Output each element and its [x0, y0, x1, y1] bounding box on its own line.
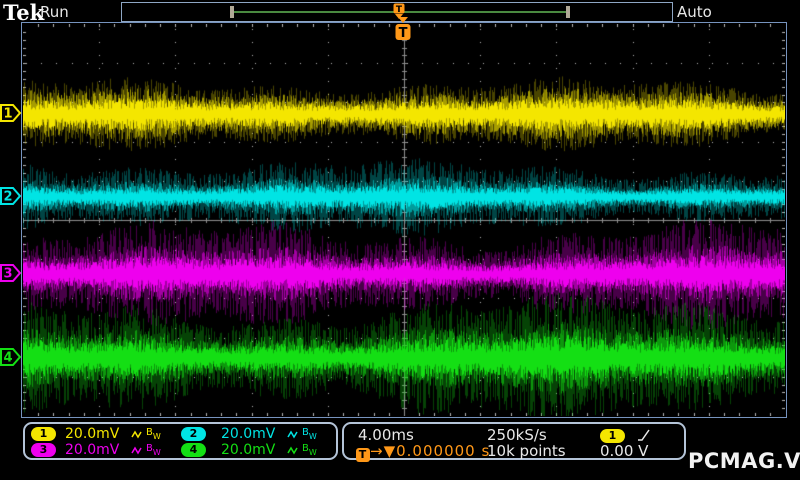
channel-3-oval: 3 [31, 443, 56, 457]
ac-coupling-icon [131, 446, 142, 454]
channel-3-badge: 3 [31, 443, 56, 458]
trigger-level-readout: 0.00 V [600, 442, 649, 460]
trigger-position-readout: T →▼0.000000 s [356, 443, 490, 462]
ac-coupling-icon [131, 430, 142, 438]
channel-3-marker-label: 3 [3, 267, 12, 282]
trigger-arrow-icon: → [370, 442, 384, 460]
bandwidth-limit-icon: B [146, 427, 153, 438]
channel-2-position-marker[interactable]: 2 [0, 185, 22, 207]
trigger-position-value: 0.000000 s [396, 442, 491, 460]
channel-3-position-marker[interactable]: 3 [0, 262, 22, 284]
sample-rate-readout: 250kS/s [487, 426, 547, 444]
graticule [21, 22, 787, 418]
trigger-caret-icon: ▼ [383, 442, 397, 460]
trigger-flag-label: T [399, 26, 408, 41]
record-view-bracket-left[interactable] [230, 6, 234, 18]
channel-2-badge: 2 [181, 427, 206, 442]
bandwidth-limit-icon: B [146, 443, 153, 454]
channel-2-marker-label: 2 [3, 189, 12, 204]
timebase-readout: 4.00ms [358, 426, 414, 444]
channel-1-oval: 1 [31, 427, 56, 441]
channel-1-badge: 1 [31, 427, 56, 442]
trigger-t-badge: T [356, 448, 370, 462]
channel-4-icons: BW [287, 443, 317, 459]
trigger-source-slope: 1 [600, 427, 652, 443]
channel-4-position-marker[interactable]: 4 [0, 346, 22, 368]
rising-edge-icon [637, 429, 650, 441]
bandwidth-limit-icon: B [302, 427, 309, 438]
oscilloscope-screen: Tek Run T Auto T 1 2 3 4 1 20.0mV BW 2 2… [0, 0, 800, 480]
trigger-marker-label: T [396, 5, 403, 15]
channel-1-icons: BW [131, 427, 161, 443]
channel-1-position-marker[interactable]: 1 [0, 102, 22, 124]
watermark: PCMAG.VN [688, 449, 800, 473]
horizontal-trigger-readout-box: 4.00ms 250kS/s 1 T →▼0.000000 s 10k point… [342, 422, 686, 462]
waveform-canvas [23, 24, 785, 416]
channel-readout-box: 1 20.0mV BW 2 20.0mV BW 3 20.0mV BW 4 20… [23, 422, 338, 460]
trigger-mode-label: Auto [677, 3, 712, 21]
trigger-position-flag[interactable]: T [394, 16, 412, 43]
channel-2-scale: 20.0mV [221, 426, 276, 442]
channel-4-oval: 4 [181, 443, 206, 457]
channel-4-marker-label: 4 [3, 350, 12, 365]
channel-3-icons: BW [131, 443, 161, 459]
channel-4-badge: 4 [181, 443, 206, 458]
channel-4-scale: 20.0mV [221, 442, 276, 458]
trigger-source-oval: 1 [600, 428, 625, 443]
acquisition-run-status: Run [40, 3, 69, 21]
channel-3-scale: 20.0mV [65, 442, 120, 458]
channel-1-scale: 20.0mV [65, 426, 120, 442]
ac-coupling-icon [287, 446, 298, 454]
channel-1-marker-label: 1 [3, 107, 12, 122]
channel-2-oval: 2 [181, 427, 206, 441]
record-view-bracket-right[interactable] [566, 6, 570, 18]
ac-coupling-icon [287, 430, 298, 438]
record-length-readout: 10k points [487, 442, 566, 460]
channel-2-icons: BW [287, 427, 317, 443]
bandwidth-limit-icon: B [302, 443, 309, 454]
